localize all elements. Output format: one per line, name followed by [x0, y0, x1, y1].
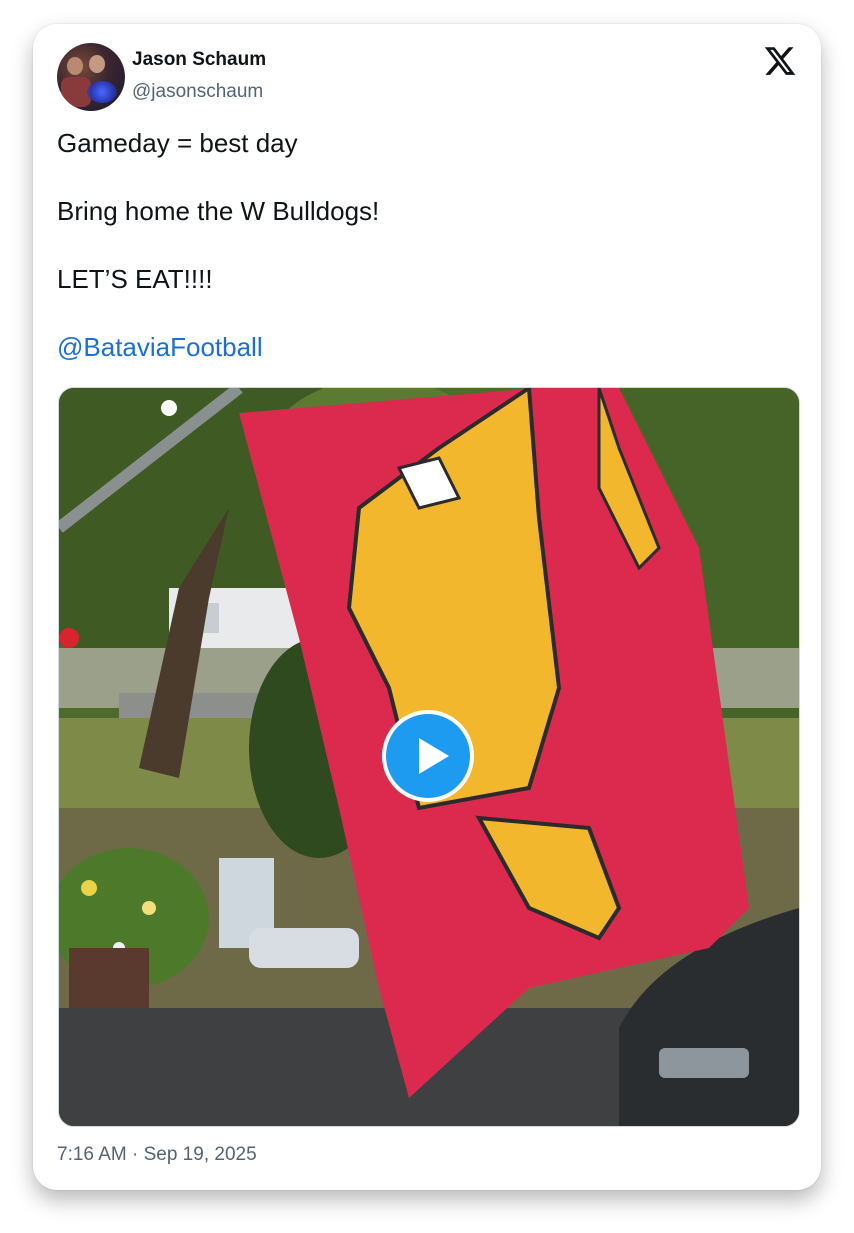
tweet-card: Jason Schaum @jasonschaum Gameday = best…	[33, 24, 821, 1190]
avatar[interactable]	[57, 43, 125, 111]
x-logo-icon[interactable]	[763, 44, 797, 78]
mention-link[interactable]: @BataviaFootball	[57, 330, 263, 364]
tweet-line: Gameday = best day	[57, 128, 298, 158]
tweet-line: LET’S EAT!!!!	[57, 264, 213, 294]
author-display-name[interactable]: Jason Schaum	[132, 49, 266, 71]
timestamp[interactable]: 7:16 AM · Sep 19, 2025	[57, 1144, 257, 1166]
author-handle[interactable]: @jasonschaum	[132, 81, 263, 103]
play-icon[interactable]	[382, 710, 474, 802]
tweet-line: Bring home the W Bulldogs!	[57, 196, 380, 226]
video-media[interactable]	[58, 387, 800, 1127]
